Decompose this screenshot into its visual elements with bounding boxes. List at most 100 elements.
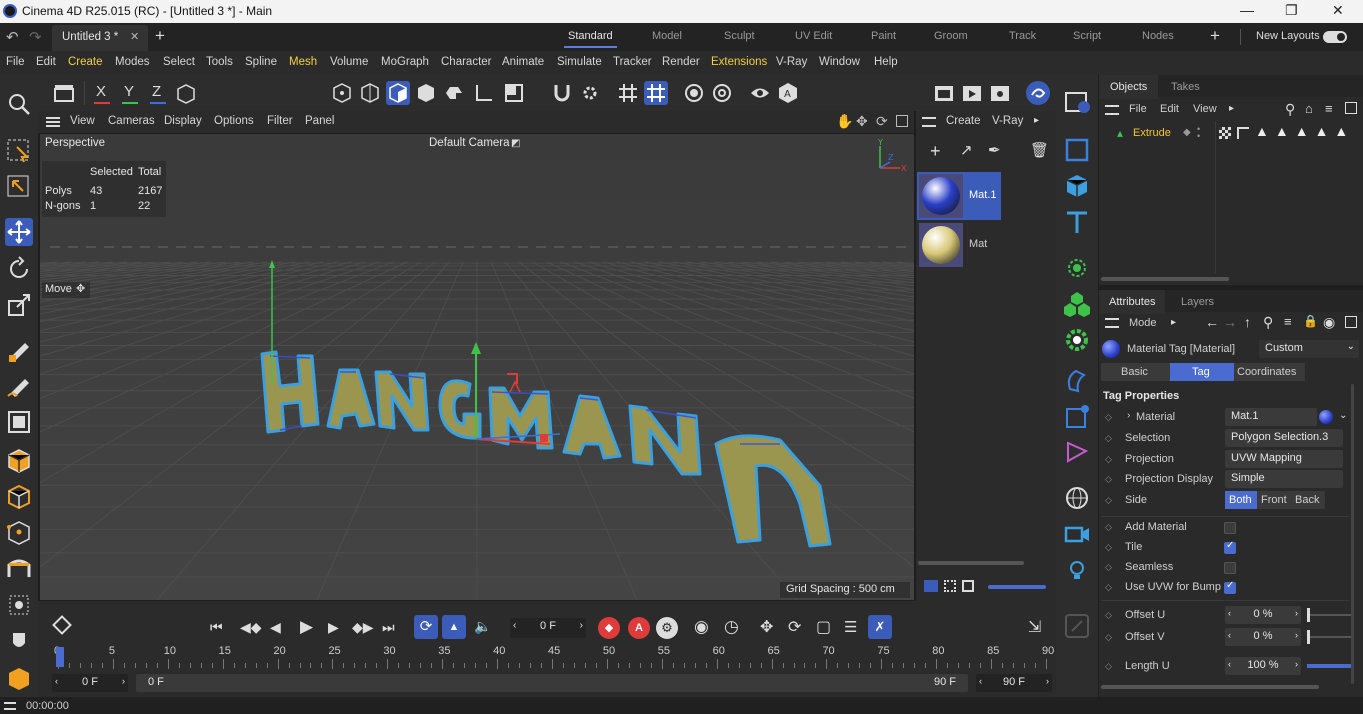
side-option-front[interactable]: Front: [1261, 494, 1287, 506]
material-menu-v-ray[interactable]: V-Ray: [992, 115, 1023, 127]
render-picture-viewer-icon[interactable]: [960, 81, 984, 105]
spline-object-icon[interactable]: [1062, 437, 1092, 467]
viewport-menu-display[interactable]: Display: [164, 115, 202, 127]
chevron-down-icon[interactable]: ⌄: [1339, 410, 1347, 421]
length-u-stepper[interactable]: ‹ 100 % ›: [1225, 657, 1301, 675]
add-tab-icon[interactable]: +: [155, 26, 165, 46]
menu-tools[interactable]: Tools: [206, 56, 233, 68]
frame-ruler[interactable]: 051015202530354045505560657075808590: [54, 645, 1054, 669]
keyframe-diamond-icon[interactable]: ◇: [1105, 562, 1112, 573]
layout-tab-paint[interactable]: Paint: [871, 30, 896, 42]
keyframe-diamond-icon[interactable]: ◇: [1105, 495, 1112, 506]
add-material-icon[interactable]: +: [930, 141, 941, 162]
scale-track-icon[interactable]: ▢: [816, 617, 831, 637]
tab-takes[interactable]: Takes: [1171, 81, 1200, 93]
solo-mode-icon[interactable]: [5, 665, 33, 693]
model-mode-icon[interactable]: [52, 81, 76, 105]
material-link-field[interactable]: Mat.1: [1225, 408, 1317, 426]
zoom-view-icon[interactable]: ✥: [856, 113, 868, 130]
go-to-start-icon[interactable]: ⏮: [210, 619, 223, 636]
box-selection-icon[interactable]: [5, 173, 33, 201]
keyframe-diamond-icon[interactable]: ◇: [1105, 433, 1112, 444]
filter-icon[interactable]: ≡: [1325, 101, 1333, 116]
menu-v-ray[interactable]: V-Ray: [776, 56, 807, 68]
layout-tab-standard[interactable]: Standard: [564, 30, 617, 48]
pen-tool-icon[interactable]: [5, 335, 33, 363]
checker-tag-icon[interactable]: [1219, 127, 1231, 139]
document-tab[interactable]: Untitled 3 * ✕: [52, 25, 148, 51]
end-frame-field[interactable]: ‹ 90 F ›: [976, 674, 1052, 692]
scene-field-icon[interactable]: [1062, 401, 1092, 431]
timeline-window-icon[interactable]: ⇲: [1028, 617, 1041, 637]
redo-icon[interactable]: ↷: [29, 28, 42, 46]
use-uvw-for-bump-checkbox[interactable]: ✓: [1224, 580, 1236, 594]
render-view-icon[interactable]: [932, 81, 956, 105]
keyframe-diamond-icon[interactable]: ◇: [1105, 474, 1112, 485]
go-to-end-icon[interactable]: ⏭: [382, 619, 395, 636]
selection-field[interactable]: Polygon Selection.3: [1225, 429, 1343, 447]
material-item[interactable]: Mat: [917, 221, 1001, 269]
autokey-icon[interactable]: A: [628, 617, 650, 639]
viewport-menu-options[interactable]: Options: [214, 115, 254, 127]
polygon-mode-icon[interactable]: [386, 81, 410, 105]
plane-object-icon[interactable]: [1062, 135, 1092, 165]
workplane-grid-icon[interactable]: [644, 81, 668, 105]
search-icon[interactable]: ⚲: [1263, 314, 1273, 331]
magnet-icon[interactable]: [550, 81, 574, 105]
uv-polygon-mode-icon[interactable]: [414, 81, 438, 105]
objects-menu-view[interactable]: View: [1193, 103, 1217, 115]
environment-globe-icon[interactable]: [1062, 483, 1092, 513]
camera-object-icon[interactable]: [1062, 519, 1092, 549]
tab-attributes[interactable]: Attributes: [1099, 290, 1166, 314]
move-tool-icon[interactable]: [5, 218, 33, 246]
menu-file[interactable]: File: [6, 56, 25, 68]
subtab-basic[interactable]: Basic: [1121, 366, 1148, 378]
tab-layers[interactable]: Layers: [1181, 296, 1214, 308]
viewport-menu-filter[interactable]: Filter: [267, 115, 293, 127]
menu-mesh[interactable]: Mesh: [289, 56, 317, 68]
hamburger-icon[interactable]: [1105, 105, 1119, 115]
material-item[interactable]: Mat.1: [917, 172, 1001, 220]
attributes-mode-menu[interactable]: Mode: [1129, 317, 1157, 329]
speaker-icon[interactable]: 🔈: [474, 618, 491, 635]
keyframe-diamond-icon[interactable]: ◇: [1105, 522, 1112, 533]
selection-tag-icon[interactable]: [1237, 127, 1249, 139]
texture-mode-icon[interactable]: [442, 81, 466, 105]
loop-icon[interactable]: ⟳: [414, 615, 438, 639]
play-icon[interactable]: ▶: [300, 617, 313, 637]
sketch-tool-icon[interactable]: [5, 371, 33, 399]
menu-create[interactable]: Create: [68, 56, 103, 68]
eyedropper-icon[interactable]: ✒: [988, 141, 1001, 159]
target-icon[interactable]: ◉: [1323, 314, 1335, 331]
polygon-pen-icon[interactable]: [5, 408, 33, 436]
layout-tab-groom[interactable]: Groom: [934, 30, 968, 42]
snap-gear-icon[interactable]: [578, 81, 602, 105]
previous-key-icon[interactable]: ◀◆: [240, 619, 262, 636]
cube-object-icon[interactable]: [1062, 171, 1092, 201]
layout-tab-model[interactable]: Model: [652, 30, 682, 42]
render-settings-icon[interactable]: [988, 81, 1012, 105]
subtab-coordinates[interactable]: Coordinates: [1237, 366, 1296, 378]
pen-disabled-icon[interactable]: [1062, 611, 1092, 641]
keyframe-diamond-icon[interactable]: ◇: [1105, 542, 1112, 553]
expand-chevron-icon[interactable]: ›: [1127, 410, 1130, 421]
keyframe-diamond-icon[interactable]: ◇: [1105, 412, 1112, 423]
add-material-checkbox[interactable]: [1224, 522, 1236, 534]
new-window-icon[interactable]: [1345, 316, 1357, 328]
projection-dropdown[interactable]: UVW Mapping: [1225, 450, 1343, 468]
y-axis-lock-button[interactable]: Y: [118, 81, 142, 105]
tab-objects[interactable]: Objects: [1099, 75, 1159, 99]
offset-u-slider[interactable]: [1307, 608, 1351, 622]
soft-selection-icon[interactable]: [682, 81, 706, 105]
side-option-both[interactable]: Both: [1225, 491, 1257, 509]
previous-frame-icon[interactable]: ◀: [270, 619, 281, 636]
playhead[interactable]: [56, 647, 64, 667]
toggle-views-icon[interactable]: [896, 115, 908, 127]
mograph-icon[interactable]: [1062, 289, 1092, 319]
material-scrollbar[interactable]: [918, 561, 1024, 565]
scale-tool-icon[interactable]: [5, 291, 33, 319]
menu-simulate[interactable]: Simulate: [557, 56, 602, 68]
delete-material-icon[interactable]: 🗑: [1030, 141, 1049, 159]
layout-tab-nodes[interactable]: Nodes: [1142, 30, 1174, 42]
apply-material-icon[interactable]: ↗: [960, 141, 973, 159]
